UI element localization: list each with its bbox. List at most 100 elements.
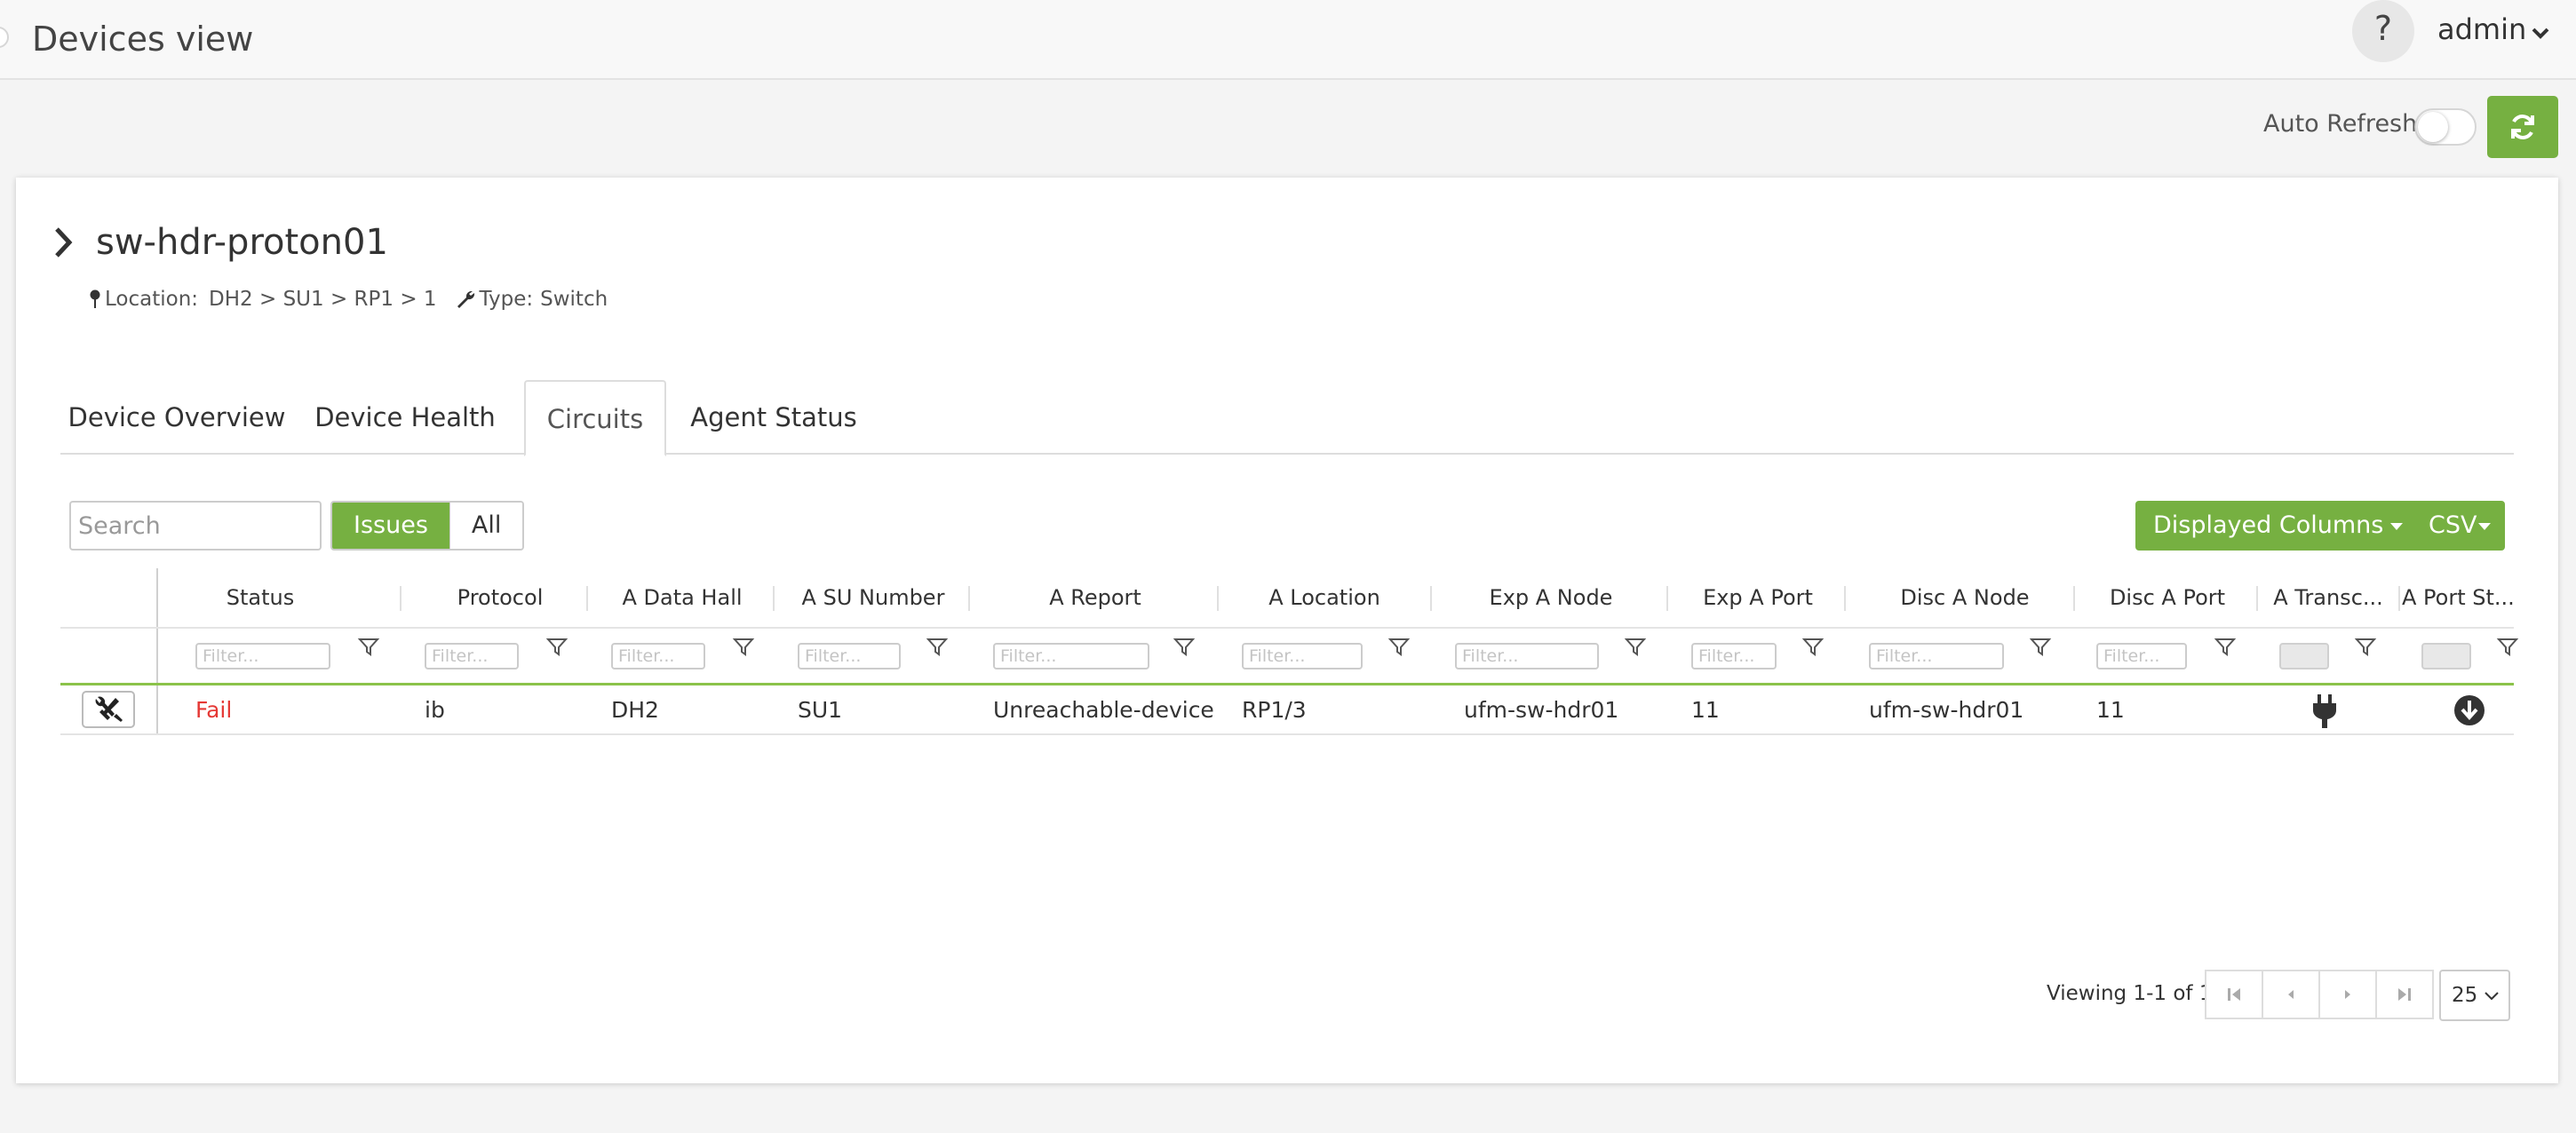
tab-device-health[interactable]: Device Health: [293, 380, 517, 455]
header-separator: [1844, 586, 1846, 611]
header-separator: [586, 586, 588, 611]
all-button[interactable]: All: [449, 503, 523, 549]
col-header-a-transceiver[interactable]: A Transc...: [2262, 568, 2395, 627]
header-separator: [1217, 586, 1219, 611]
type-value: Switch: [540, 288, 608, 311]
filter-icon[interactable]: [545, 636, 568, 659]
filter-icon[interactable]: [357, 636, 380, 659]
tab-device-overview[interactable]: Device Overview: [60, 380, 293, 455]
filter-input-exp-a-port[interactable]: [1691, 643, 1777, 670]
tab-bar: Device Overview Device Health Circuits A…: [60, 380, 2514, 456]
filter-icon[interactable]: [1173, 636, 1196, 659]
header-separator: [1666, 586, 1668, 611]
filter-input-a-location[interactable]: [1242, 643, 1363, 670]
sidebar-toggle[interactable]: [0, 27, 9, 48]
filter-icon[interactable]: [2029, 636, 2052, 659]
chevron-down-icon: [2532, 19, 2549, 45]
col-header-a-location[interactable]: A Location: [1224, 568, 1425, 627]
filter-icon[interactable]: [926, 636, 949, 659]
arrow-down-circle-icon[interactable]: [2453, 694, 2485, 726]
table-row[interactable]: Fail ib DH2 SU1 Unreachable-device RP1/3…: [60, 685, 2514, 735]
filter-input-a-report[interactable]: [993, 643, 1149, 670]
issues-button[interactable]: Issues: [332, 503, 449, 549]
filter-input-exp-a-node[interactable]: [1455, 643, 1599, 670]
csv-button[interactable]: CSV: [2414, 501, 2506, 551]
auto-refresh-toggle[interactable]: [2414, 108, 2477, 146]
user-name: admin: [2437, 12, 2527, 46]
filter-icon[interactable]: [2354, 636, 2377, 659]
search-input[interactable]: [69, 501, 322, 551]
refresh-icon: [2511, 115, 2534, 139]
header-separator: [2256, 586, 2258, 611]
chevron-right-icon[interactable]: [52, 226, 76, 259]
col-header-protocol[interactable]: Protocol: [407, 568, 593, 627]
col-header-disc-a-port[interactable]: Disc A Port: [2080, 568, 2254, 627]
filter-input-status[interactable]: [195, 643, 330, 670]
location-value: DH2 > SU1 > RP1 > 1: [209, 288, 437, 311]
header-separator: [968, 586, 970, 611]
filter-select-a-port-state[interactable]: [2421, 643, 2471, 670]
col-header-a-port-state[interactable]: A Port St...: [2402, 568, 2515, 627]
col-header-disc-a-node[interactable]: Disc A Node: [1851, 568, 2079, 627]
col-header-exp-a-node[interactable]: Exp A Node: [1437, 568, 1665, 627]
cell-disc-a-port: 11: [2096, 697, 2125, 723]
header-separator: [773, 586, 775, 611]
header-separator: [2073, 586, 2075, 611]
filter-icon[interactable]: [2496, 636, 2519, 659]
filter-icon[interactable]: [732, 636, 755, 659]
location-label: Location:: [105, 288, 199, 311]
col-header-a-report[interactable]: A Report: [975, 568, 1215, 627]
cell-status: Fail: [195, 697, 233, 723]
cell-a-su-number: SU1: [798, 697, 843, 723]
filter-input-disc-a-port[interactable]: [2096, 643, 2187, 670]
cell-exp-a-port: 11: [1691, 697, 1720, 723]
filter-input-a-data-hall[interactable]: [611, 643, 705, 670]
cell-a-report: Unreachable-device: [993, 697, 1214, 723]
filter-icon[interactable]: [1624, 636, 1647, 659]
next-page-button[interactable]: [2318, 970, 2377, 1019]
user-menu[interactable]: admin: [2437, 12, 2549, 46]
col-header-status[interactable]: Status: [176, 568, 345, 627]
row-actions-button[interactable]: [82, 691, 135, 728]
displayed-columns-label: Displayed Columns: [2153, 511, 2384, 539]
filter-icon[interactable]: [2214, 636, 2237, 659]
filter-input-a-su-number[interactable]: [798, 643, 901, 670]
device-name: sw-hdr-proton01: [96, 222, 388, 263]
page-title: Devices view: [32, 20, 254, 59]
next-page-icon: [2345, 990, 2350, 999]
tab-agent-status[interactable]: Agent Status: [673, 380, 874, 455]
cell-protocol: ib: [425, 697, 445, 723]
first-page-button[interactable]: [2205, 970, 2263, 1019]
last-page-button[interactable]: [2375, 970, 2434, 1019]
tab-circuits[interactable]: Circuits: [524, 380, 666, 456]
toggle-knob: [2418, 112, 2448, 142]
filter-icon[interactable]: [1387, 636, 1411, 659]
prev-page-button[interactable]: [2262, 970, 2320, 1019]
device-card: sw-hdr-proton01 Location: DH2 > SU1 > RP…: [16, 178, 2558, 1083]
filter-icon[interactable]: [1801, 636, 1825, 659]
circuits-table: Status Protocol A Data Hall A SU Number …: [60, 568, 2519, 735]
help-button[interactable]: ?: [2352, 0, 2414, 62]
type-label: Type:: [479, 288, 534, 311]
filter-select-a-transceiver[interactable]: [2279, 643, 2329, 670]
device-meta: Location: DH2 > SU1 > RP1 > 1 Type: Swit…: [89, 288, 608, 311]
page-size-value: 25: [2452, 984, 2478, 1007]
tools-icon: [95, 696, 123, 722]
top-bar: Devices view ? admin: [0, 0, 2576, 80]
plug-icon[interactable]: [2311, 694, 2338, 728]
filter-input-disc-a-node[interactable]: [1869, 643, 2004, 670]
cell-a-location: RP1/3: [1242, 697, 1307, 723]
col-header-exp-a-port[interactable]: Exp A Port: [1674, 568, 1842, 627]
displayed-columns-button[interactable]: Displayed Columns: [2135, 501, 2421, 551]
col-header-a-su-number[interactable]: A SU Number: [780, 568, 966, 627]
filter-input-protocol[interactable]: [425, 643, 519, 670]
prev-page-icon: [2288, 990, 2294, 999]
map-pin-icon: [90, 289, 100, 308]
col-header-a-data-hall[interactable]: A Data Hall: [593, 568, 771, 627]
wrench-icon: [457, 290, 474, 308]
refresh-button[interactable]: [2487, 96, 2558, 158]
page-size-select[interactable]: 25: [2439, 970, 2510, 1021]
first-page-icon: [2228, 988, 2240, 1001]
csv-label: CSV: [2429, 511, 2477, 539]
last-page-icon: [2398, 988, 2411, 1001]
